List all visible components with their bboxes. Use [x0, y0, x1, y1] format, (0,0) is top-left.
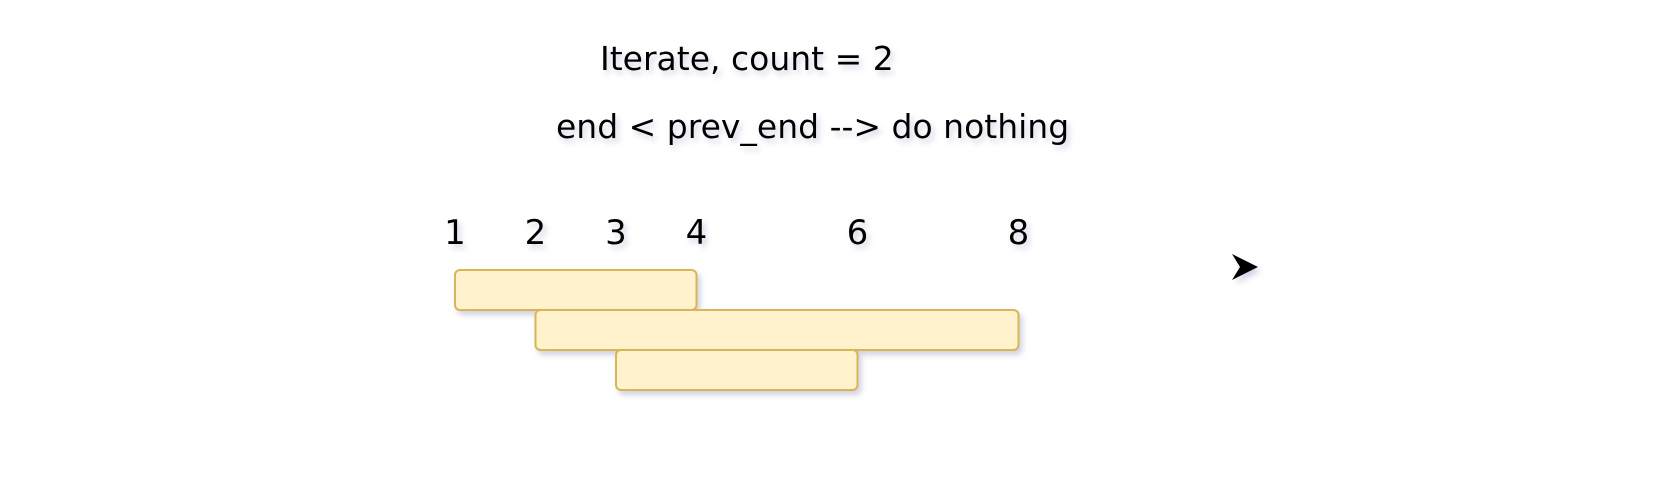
- interval-bar-1-4: [454, 269, 698, 311]
- diagram-subtitle: end < prev_end --> do nothing: [556, 107, 1069, 146]
- interval-diagram: Iterate, count = 2 end < prev_end --> do…: [296, 39, 1258, 391]
- tick-label-6: 6: [847, 213, 869, 253]
- diagram-title: Iterate, count = 2: [600, 39, 894, 78]
- interval-bar-3-6: [615, 349, 859, 391]
- tick-label-4: 4: [686, 213, 708, 253]
- tick-label-1: 1: [444, 213, 466, 253]
- interval-bar-2-8: [534, 309, 1020, 351]
- interval-bars: [454, 269, 1020, 391]
- tick-label-3: 3: [605, 213, 627, 253]
- tick-label-2: 2: [525, 213, 547, 253]
- axis-tick-labels: 1 2 3 4 6 8: [444, 213, 1029, 253]
- tick-label-8: 8: [1008, 213, 1030, 253]
